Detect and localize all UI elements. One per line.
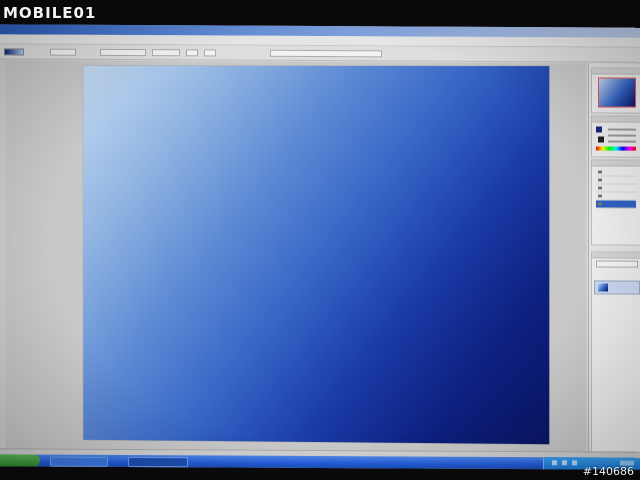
photo-frame: MOBILE01 ▬▬ ▬▬ ▬▬ ▬▬ ▬▬ ▬▬ ▬▬ ▬▬ ▬▬ [0, 0, 640, 480]
history-state[interactable] [596, 168, 636, 177]
history-state-icon [598, 194, 602, 198]
palette-dock [588, 63, 640, 456]
color-slider-red[interactable] [608, 128, 636, 131]
foreground-color-swatch[interactable] [596, 126, 602, 133]
history-state-icon [598, 202, 602, 206]
tray-icon[interactable] [552, 460, 557, 466]
layer-blend-mode-dropdown[interactable] [596, 260, 638, 268]
palette-well[interactable] [270, 49, 382, 58]
history-state[interactable] [596, 176, 636, 185]
gradient-type-selector[interactable] [50, 48, 76, 56]
opacity-field[interactable] [152, 49, 180, 57]
taskbar-item[interactable] [50, 456, 108, 467]
color-panel-header[interactable] [592, 116, 640, 123]
photo-id-label: #140686 [582, 465, 634, 478]
mode-dropdown[interactable] [100, 48, 146, 57]
history-panel-header[interactable] [592, 160, 640, 167]
layer-thumbnail [598, 283, 608, 292]
tray-icon[interactable] [562, 460, 567, 466]
color-slider-blue[interactable] [608, 140, 636, 143]
color-slider-green[interactable] [608, 134, 636, 137]
navigator-panel [591, 67, 640, 114]
background-color-swatch[interactable] [598, 136, 604, 143]
history-state-icon [598, 186, 602, 190]
navigator-panel-header[interactable] [592, 68, 640, 75]
history-state[interactable] [596, 192, 636, 201]
gradient-preview-swatch[interactable] [4, 48, 24, 56]
layers-panel [591, 251, 640, 454]
history-panel [591, 159, 640, 246]
document-canvas-gradient[interactable] [83, 65, 550, 445]
color-panel [591, 115, 640, 158]
taskbar [0, 454, 640, 470]
history-state-icon [598, 170, 602, 174]
reverse-checkbox[interactable] [186, 49, 198, 57]
start-button-icon[interactable] [0, 454, 40, 467]
history-state-icon [598, 178, 602, 182]
layer-row-selected[interactable] [594, 280, 640, 295]
color-ramp[interactable] [596, 146, 636, 151]
navigator-thumbnail[interactable] [598, 77, 636, 108]
monitor-screen: ▬▬ ▬▬ ▬▬ ▬▬ ▬▬ ▬▬ ▬▬ ▬▬ ▬▬ [0, 24, 640, 470]
taskbar-item-active[interactable] [128, 456, 188, 468]
history-state[interactable] [596, 184, 636, 193]
dither-checkbox[interactable] [204, 49, 216, 57]
layers-panel-header[interactable] [592, 252, 640, 259]
history-state-selected[interactable] [596, 200, 636, 209]
watermark: MOBILE01 [3, 4, 97, 22]
tray-icon[interactable] [572, 460, 577, 466]
